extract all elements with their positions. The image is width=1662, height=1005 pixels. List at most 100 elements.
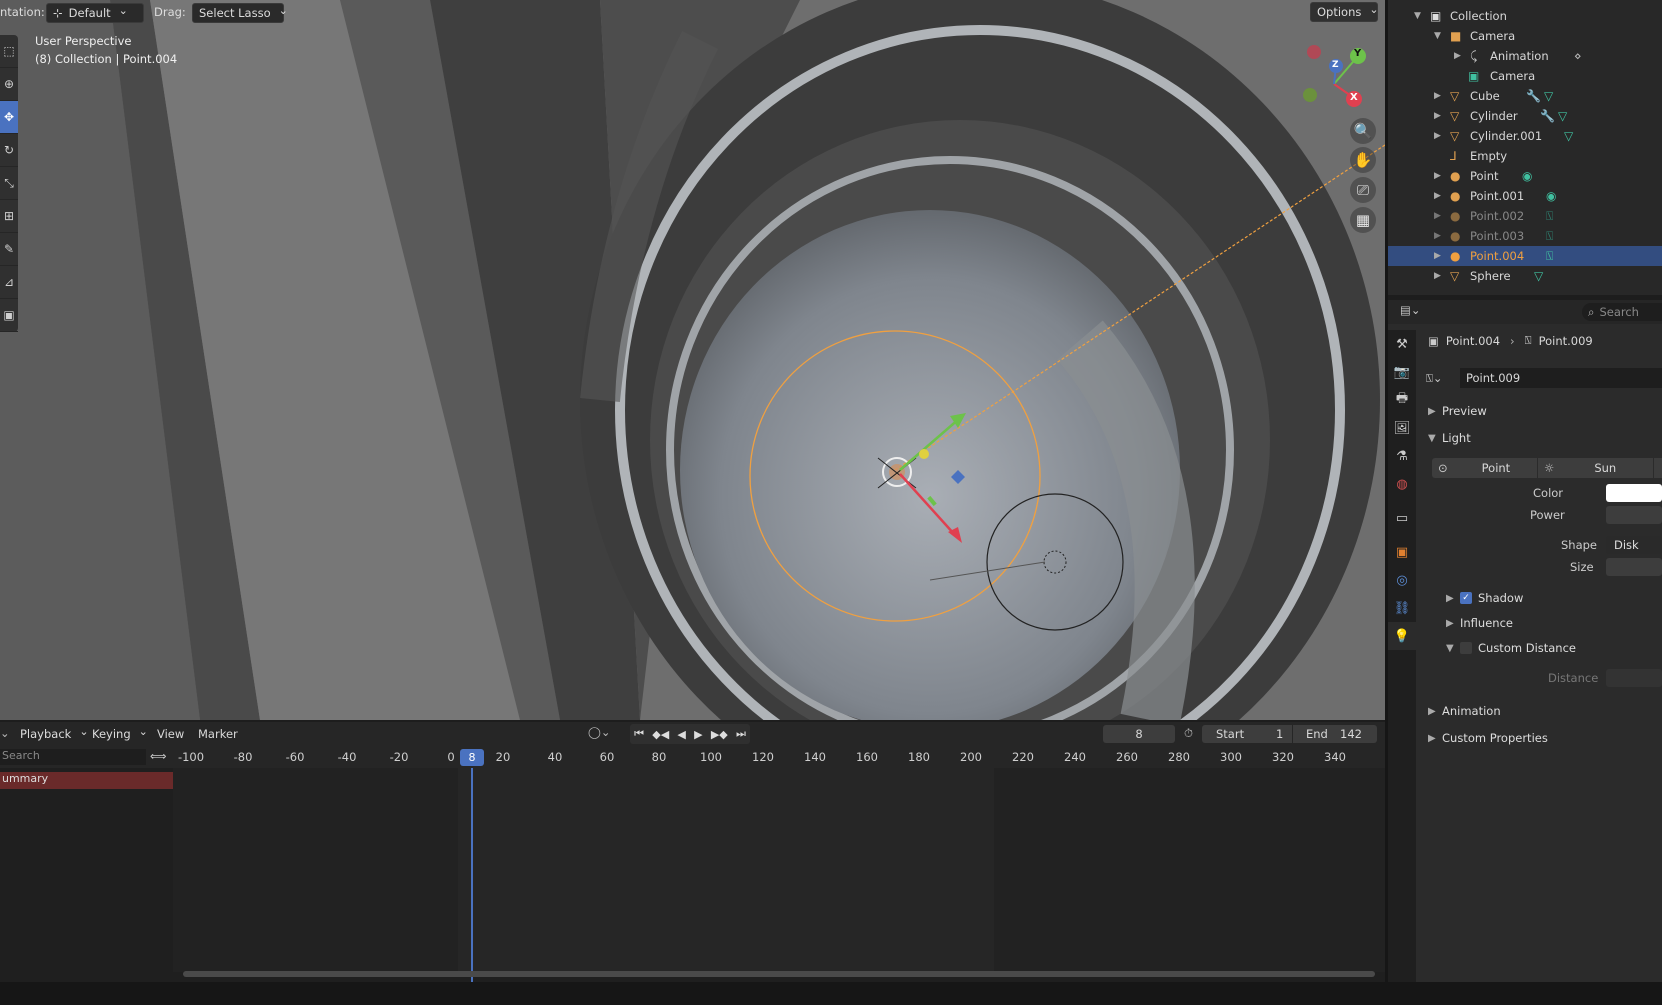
end-frame-field[interactable]: End 142 — [1293, 725, 1377, 743]
outliner-row-animation[interactable]: ▶ ⤹ Animation ⋄ — [1388, 46, 1662, 66]
options-dropdown[interactable]: Options — [1310, 2, 1378, 22]
swap-arrows-icon[interactable]: ⟺ — [150, 749, 167, 763]
world-tab-icon[interactable]: ◍ — [1388, 470, 1416, 498]
outliner-row-point-001[interactable]: ▶ ● Point.001 ◉ — [1388, 186, 1662, 206]
jump-end-icon[interactable]: ⏭ — [736, 727, 746, 741]
dopesheet-area[interactable] — [173, 768, 1385, 972]
outliner-row-cube[interactable]: ▶ ▽ Cube 🔧 ▽ — [1388, 86, 1662, 106]
gizmo-z-label[interactable]: Z — [1332, 60, 1339, 70]
camera-view-icon[interactable]: ⎚ — [1350, 177, 1376, 203]
light-type-point-button[interactable]: ⊙ Point — [1432, 458, 1537, 478]
current-frame-field[interactable]: 8 — [1103, 725, 1175, 743]
constraints-tab-icon[interactable]: ⛓ — [1388, 594, 1416, 622]
keying-menu[interactable]: Keying — [86, 724, 154, 744]
jump-start-icon[interactable]: ⏮ — [634, 727, 644, 741]
view-layer-tab-icon[interactable]: 🖼 — [1388, 414, 1416, 442]
outliner-row-point-003[interactable]: ▶ ● Point.003 ⍂ — [1388, 226, 1662, 246]
outliner-row-cylinder-001[interactable]: ▶ ▽ Cylinder.001 ▽ — [1388, 126, 1662, 146]
cursor-icon[interactable]: ⊕ — [0, 68, 18, 101]
move-icon[interactable]: ✥ — [0, 101, 18, 134]
influence-panel-header[interactable]: ▶ Influence — [1446, 612, 1662, 634]
expand-chevron-icon[interactable]: ▶ — [1434, 191, 1441, 201]
scene-tab-icon[interactable]: ⚗ — [1388, 442, 1416, 470]
expand-chevron-icon[interactable]: ▶ — [1434, 231, 1441, 241]
output-tab-icon[interactable]: 🖶 — [1388, 386, 1416, 414]
light-datablock-icon[interactable]: ⍂⌄ — [1426, 371, 1460, 386]
outliner-row-camera-data[interactable]: ▣ Camera — [1388, 66, 1662, 86]
expand-chevron-icon[interactable]: ▶ — [1434, 211, 1441, 221]
datablock-name-field[interactable]: Point.009 — [1460, 368, 1662, 388]
outliner-row-point[interactable]: ▶ ● Point ◉ — [1388, 166, 1662, 186]
shadow-panel-header[interactable]: ▶ ✓ Shadow — [1446, 587, 1662, 609]
custom-distance-checkbox[interactable] — [1460, 642, 1472, 654]
zoom-icon[interactable]: 🔍 — [1350, 118, 1376, 144]
perspective-grid-icon[interactable]: ▦ — [1350, 207, 1376, 233]
power-field[interactable] — [1606, 506, 1662, 524]
rotate-icon[interactable]: ↻ — [0, 134, 18, 167]
stopwatch-icon[interactable]: ⏱ — [1184, 726, 1193, 741]
light-panel-header[interactable]: ▼ Light — [1428, 427, 1662, 449]
annotate-icon[interactable]: ✎ — [0, 233, 18, 266]
orientation-dropdown[interactable]: ⊹ Default — [46, 3, 144, 23]
pan-hand-icon[interactable]: ✋ — [1350, 147, 1376, 173]
select-box-icon[interactable]: ⬚ — [0, 35, 18, 68]
distance-field[interactable] — [1606, 669, 1662, 687]
expand-chevron-icon[interactable]: ▶ — [1434, 131, 1441, 141]
properties-search-input[interactable]: ⌕ Search — [1582, 303, 1662, 321]
shape-dropdown[interactable]: Disk — [1606, 536, 1662, 554]
object-tab-icon[interactable]: ▣ — [1388, 538, 1416, 566]
preview-panel-header[interactable]: ▶ Preview — [1428, 400, 1662, 422]
expand-chevron-icon[interactable]: ▶ — [1434, 271, 1441, 281]
animation-panel-header[interactable]: ▶ Animation — [1428, 700, 1662, 722]
add-cube-icon[interactable]: ▣ — [0, 299, 18, 332]
3d-viewport[interactable]: Y Z X ntation: ⊹Default Drag: Select Las… — [0, 0, 1385, 720]
custom-distance-panel-header[interactable]: ▼ Custom Distance — [1446, 637, 1662, 659]
summary-channel[interactable]: ummary — [0, 772, 173, 789]
light-data-tab-icon[interactable]: 💡 — [1388, 622, 1416, 650]
drag-dropdown[interactable]: Select Lasso — [192, 3, 284, 23]
datablock-selector[interactable]: ⍂⌄ Point.009 — [1426, 368, 1662, 388]
expand-chevron-icon[interactable]: ▼ — [1414, 11, 1421, 21]
start-frame-field[interactable]: Start 1 — [1202, 725, 1292, 743]
tool-tab-icon[interactable]: ⚒ — [1388, 330, 1416, 358]
outliner-collection-row[interactable]: ▼ ▣ Collection — [1388, 6, 1662, 26]
outliner-row-point-002[interactable]: ▶ ● Point.002 ⍂ — [1388, 206, 1662, 226]
collection-tab-icon[interactable]: ▭ — [1388, 504, 1416, 532]
expand-chevron-icon[interactable]: ▶ — [1454, 51, 1461, 61]
gizmo-x-label[interactable]: X — [1350, 92, 1358, 103]
auto-keying-icon[interactable]: ◯⌄ — [588, 725, 611, 739]
outliner-row-point-004[interactable]: ▶ ● Point.004 ⍂ — [1388, 246, 1662, 266]
expand-chevron-icon[interactable]: ▶ — [1434, 251, 1441, 261]
next-keyframe-icon[interactable]: ▶◆ — [711, 728, 728, 741]
color-swatch[interactable] — [1606, 484, 1662, 502]
chevron-down-icon[interactable]: ⌄ — [0, 726, 10, 740]
size-field[interactable] — [1606, 558, 1662, 576]
expand-chevron-icon[interactable]: ▶ — [1434, 171, 1441, 181]
channel-search-input[interactable]: Search — [0, 749, 146, 765]
shadow-checkbox[interactable]: ✓ — [1460, 592, 1472, 604]
view-menu[interactable]: View — [157, 727, 184, 741]
measure-icon[interactable]: ⊿ — [0, 266, 18, 299]
physics-tab-icon[interactable]: ◎ — [1388, 566, 1416, 594]
transform-icon[interactable]: ⊞ — [0, 200, 18, 233]
outliner-row-sphere[interactable]: ▶ ▽ Sphere ▽ — [1388, 266, 1662, 286]
render-tab-icon[interactable]: 📷 — [1388, 358, 1416, 386]
marker-menu[interactable]: Marker — [198, 727, 238, 741]
outliner-row-empty[interactable]: ⅃ Empty — [1388, 146, 1662, 166]
play-icon[interactable]: ▶ — [694, 728, 702, 741]
light-type-spot-button[interactable] — [1654, 458, 1662, 478]
custom-properties-panel-header[interactable]: ▶ Custom Properties — [1428, 727, 1662, 749]
play-reverse-icon[interactable]: ◀ — [677, 728, 685, 741]
light-type-sun-button[interactable]: ☼ Sun — [1538, 458, 1653, 478]
expand-chevron-icon[interactable]: ▼ — [1434, 31, 1441, 41]
playhead-frame-badge[interactable]: 8 — [460, 749, 484, 766]
scale-icon[interactable]: ⤡ — [0, 167, 18, 200]
prev-keyframe-icon[interactable]: ◆◀ — [652, 728, 669, 741]
outliner-row-cylinder[interactable]: ▶ ▽ Cylinder 🔧 ▽ — [1388, 106, 1662, 126]
timeline-scrollbar[interactable] — [183, 971, 1375, 977]
expand-chevron-icon[interactable]: ▶ — [1434, 91, 1441, 101]
editor-type-icon[interactable]: ▤⌄ — [1400, 303, 1421, 317]
outliner-row-camera[interactable]: ▼ ■ Camera — [1388, 26, 1662, 46]
gizmo-y-label[interactable]: Y — [1354, 48, 1361, 59]
playback-menu[interactable]: Playback — [14, 724, 95, 744]
